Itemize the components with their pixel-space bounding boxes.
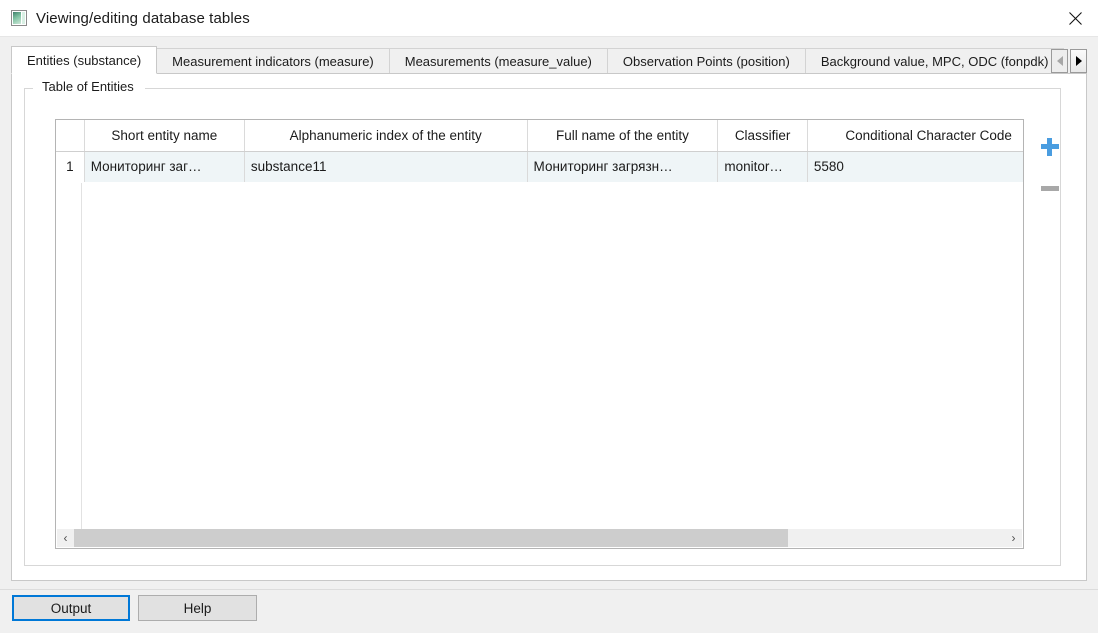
scroll-right-icon[interactable]: › — [1005, 529, 1022, 547]
cell-alphanumeric-index[interactable]: substance11 — [244, 151, 528, 182]
row-number: 1 — [56, 151, 85, 182]
cell-conditional-character-code[interactable]: 5580 — [807, 151, 1023, 182]
column-header-classifier[interactable]: Classifier — [717, 120, 808, 152]
group-title: Table of Entities — [37, 79, 139, 94]
row-number-gutter — [57, 183, 82, 530]
help-button[interactable]: Help — [138, 595, 257, 621]
window-title: Viewing/editing database tables — [36, 9, 250, 27]
column-header-alphanumeric-index[interactable]: Alphanumeric index of the entity — [244, 120, 528, 152]
tab-background-value-mpc-odc[interactable]: Background value, MPC, ODC (fonpdk) — [804, 48, 1065, 74]
tab-scroll-left-button[interactable] — [1051, 48, 1068, 73]
scrollbar-track[interactable] — [74, 529, 1005, 547]
minus-icon — [1041, 185, 1059, 191]
tab-label: Entities (substance) — [27, 53, 142, 68]
tab-scroll-right-button[interactable] — [1070, 48, 1087, 73]
remove-row-button[interactable] — [1035, 173, 1065, 203]
tab-label: Observation Points (position) — [622, 54, 790, 69]
tab-label: Measurement indicators (measure) — [172, 54, 374, 69]
close-icon[interactable] — [1052, 0, 1098, 36]
output-button[interactable]: Output — [12, 595, 130, 621]
tab-panel-entities: Table of Entities Short entity name Alph… — [11, 73, 1087, 581]
table-header-row: Short entity name Alphanumeric index of … — [56, 120, 1023, 152]
entities-table[interactable]: Short entity name Alphanumeric index of … — [55, 119, 1024, 549]
add-row-button[interactable] — [1035, 132, 1065, 162]
tab-label: Measurements (measure_value) — [404, 54, 592, 69]
column-header-conditional-character-code[interactable]: Conditional Character Code — [807, 120, 1023, 152]
cell-classifier[interactable]: monitor… — [717, 151, 808, 182]
grid-empty-area — [57, 183, 1022, 530]
tab-measurements[interactable]: Measurements (measure_value) — [388, 48, 608, 74]
group-border-left — [25, 88, 33, 89]
window-titlebar: Viewing/editing database tables — [0, 0, 1098, 37]
chevron-left-icon — [1056, 55, 1063, 66]
table-of-entities-group: Table of Entities Short entity name Alph… — [24, 79, 1061, 566]
tab-entities-substance[interactable]: Entities (substance) — [11, 46, 158, 74]
horizontal-scrollbar[interactable]: ‹ › — [57, 529, 1022, 547]
tab-scroll-controls — [1049, 48, 1087, 73]
database-table-icon — [11, 10, 27, 26]
plus-icon — [1041, 138, 1059, 156]
table-row[interactable]: 1 Мониторинг заг… substance11 Мониторинг… — [56, 151, 1023, 182]
scrollbar-thumb[interactable] — [74, 529, 788, 547]
column-header-short-entity-name[interactable]: Short entity name — [84, 120, 245, 152]
scroll-left-icon[interactable]: ‹ — [57, 529, 74, 547]
footer-bar: Output Help — [0, 589, 1098, 633]
row-actions — [1035, 132, 1065, 214]
row-number-header — [56, 120, 85, 152]
tab-list: Entities (substance) Measurement indicat… — [11, 46, 1065, 74]
tab-label: Background value, MPC, ODC (fonpdk) — [820, 54, 1049, 69]
cell-short-entity-name[interactable]: Мониторинг заг… — [84, 151, 245, 182]
chevron-right-icon — [1075, 55, 1082, 66]
entities-grid: Short entity name Alphanumeric index of … — [56, 120, 1023, 182]
tab-measurement-indicators[interactable]: Measurement indicators (measure) — [156, 48, 390, 74]
column-header-full-name[interactable]: Full name of the entity — [527, 120, 719, 152]
group-border-right — [145, 88, 1060, 89]
tab-observation-points[interactable]: Observation Points (position) — [606, 48, 806, 74]
cell-full-name[interactable]: Мониторинг загрязн… — [527, 151, 719, 182]
tab-strip: Entities (substance) Measurement indicat… — [11, 46, 1087, 74]
